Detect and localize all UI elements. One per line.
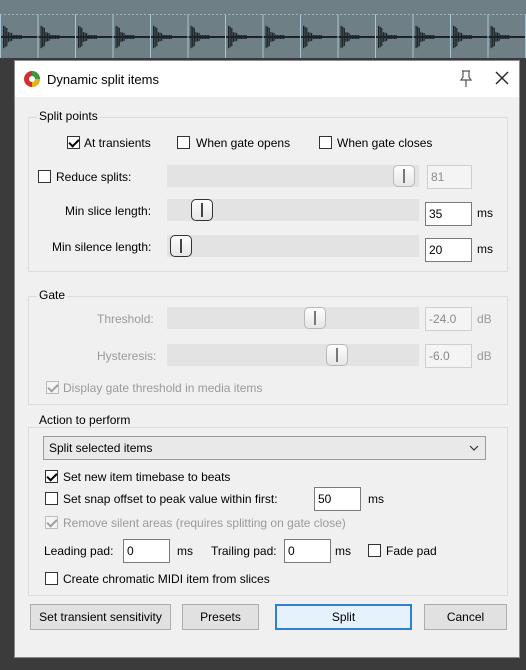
gate-label: Gate — [37, 288, 68, 302]
presets-button[interactable]: Presets — [182, 604, 259, 630]
threshold-unit: dB — [477, 312, 492, 326]
reduce-splits-label: Reduce splits: — [56, 170, 132, 184]
set-timebase-label: Set new item timebase to beats — [63, 470, 231, 484]
split-button[interactable]: Split — [275, 604, 412, 630]
leading-pad-unit: ms — [177, 544, 193, 558]
min-silence-length-label: Min silence length: — [52, 240, 152, 254]
min-slice-length-thumb[interactable] — [191, 199, 213, 221]
title-bar[interactable]: Dynamic split items — [15, 61, 519, 97]
min-silence-length-thumb[interactable] — [170, 235, 192, 257]
at-transients-checkbox[interactable] — [67, 136, 80, 149]
display-threshold-checkbox[interactable] — [46, 381, 59, 394]
pin-icon[interactable] — [459, 70, 473, 91]
remove-silent-label: Remove silent areas (requires splitting … — [63, 516, 346, 530]
reaper-logo-icon — [23, 70, 41, 88]
threshold-input[interactable]: -24.0 — [425, 307, 472, 331]
trailing-pad-label: Trailing pad: — [211, 544, 277, 558]
hysteresis-input[interactable]: -6.0 — [425, 344, 472, 368]
action-label: Action to perform — [37, 413, 133, 427]
fade-pad-checkbox[interactable] — [368, 544, 381, 557]
min-slice-length-label: Min slice length: — [65, 204, 152, 218]
leading-pad-label: Leading pad: — [44, 544, 114, 558]
min-slice-length-input[interactable]: 35 — [425, 202, 472, 226]
reduce-splits-checkbox[interactable] — [38, 170, 51, 183]
reduce-splits-slider[interactable] — [167, 165, 419, 187]
action-select[interactable]: Split selected items — [43, 436, 486, 460]
reduce-splits-thumb[interactable] — [393, 165, 415, 187]
split-points-label: Split points — [37, 109, 100, 123]
chromatic-midi-checkbox[interactable] — [45, 572, 58, 585]
when-gate-opens-label: When gate opens — [196, 136, 291, 150]
snap-offset-unit: ms — [368, 492, 384, 506]
fade-pad-label: Fade pad — [386, 544, 437, 558]
min-silence-length-unit: ms — [477, 242, 493, 256]
display-threshold-label: Display gate threshold in media items — [63, 381, 263, 395]
min-slice-length-unit: ms — [477, 206, 493, 220]
threshold-slider[interactable] — [167, 307, 419, 329]
dialog-title: Dynamic split items — [47, 72, 159, 87]
hysteresis-slider[interactable] — [167, 344, 419, 366]
hysteresis-thumb[interactable] — [326, 344, 348, 366]
action-select-value: Split selected items — [49, 441, 153, 455]
at-transients-label: At transients — [84, 136, 151, 150]
close-icon[interactable] — [495, 71, 509, 88]
remove-silent-checkbox[interactable] — [45, 516, 58, 529]
dynamic-split-dialog: Dynamic split items Split points At tran… — [14, 60, 520, 658]
set-timebase-checkbox[interactable] — [45, 470, 58, 483]
waveform-track — [0, 0, 526, 58]
trailing-pad-input[interactable]: 0 — [284, 539, 331, 563]
leading-pad-input[interactable]: 0 — [123, 539, 170, 563]
cancel-button[interactable]: Cancel — [424, 604, 507, 630]
threshold-label: Threshold: — [97, 312, 154, 326]
when-gate-closes-label: When gate closes — [337, 136, 433, 150]
chromatic-midi-label: Create chromatic MIDI item from slices — [63, 572, 270, 586]
when-gate-opens-checkbox[interactable] — [177, 136, 190, 149]
threshold-thumb[interactable] — [304, 307, 326, 329]
min-silence-length-slider[interactable] — [167, 235, 419, 257]
trailing-pad-unit: ms — [335, 544, 351, 558]
chevron-down-icon — [469, 442, 479, 456]
snap-offset-input[interactable]: 50 — [314, 487, 361, 511]
min-silence-length-input[interactable]: 20 — [425, 238, 472, 262]
waveform — [0, 14, 526, 58]
snap-offset-checkbox[interactable] — [45, 492, 58, 505]
reduce-splits-input[interactable]: 81 — [427, 165, 472, 189]
hysteresis-unit: dB — [477, 349, 492, 363]
hysteresis-label: Hysteresis: — [97, 349, 157, 363]
set-transient-sensitivity-button[interactable]: Set transient sensitivity — [30, 604, 171, 630]
snap-offset-label: Set snap offset to peak value within fir… — [63, 492, 278, 506]
when-gate-closes-checkbox[interactable] — [319, 136, 332, 149]
